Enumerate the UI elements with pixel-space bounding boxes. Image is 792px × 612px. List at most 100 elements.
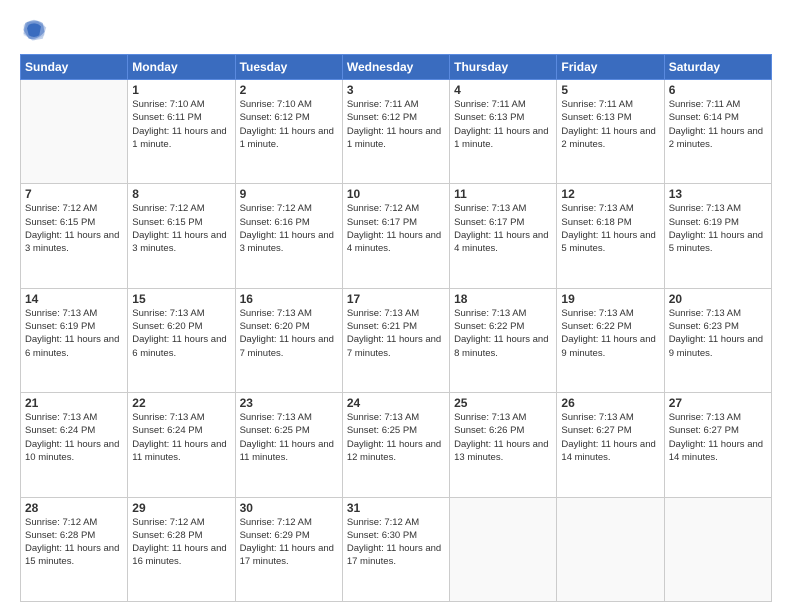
calendar-cell: 13 Sunrise: 7:13 AMSunset: 6:19 PMDaylig… bbox=[664, 184, 771, 288]
day-info: Sunrise: 7:13 AMSunset: 6:19 PMDaylight:… bbox=[25, 307, 123, 360]
day-number: 18 bbox=[454, 292, 552, 306]
day-info: Sunrise: 7:12 AMSunset: 6:28 PMDaylight:… bbox=[25, 516, 123, 569]
calendar-cell: 11 Sunrise: 7:13 AMSunset: 6:17 PMDaylig… bbox=[450, 184, 557, 288]
day-info: Sunrise: 7:13 AMSunset: 6:22 PMDaylight:… bbox=[454, 307, 552, 360]
calendar-cell: 17 Sunrise: 7:13 AMSunset: 6:21 PMDaylig… bbox=[342, 288, 449, 392]
week-row-1: 1 Sunrise: 7:10 AMSunset: 6:11 PMDayligh… bbox=[21, 80, 772, 184]
day-info: Sunrise: 7:12 AMSunset: 6:15 PMDaylight:… bbox=[25, 202, 123, 255]
calendar-cell: 31 Sunrise: 7:12 AMSunset: 6:30 PMDaylig… bbox=[342, 497, 449, 601]
day-number: 11 bbox=[454, 187, 552, 201]
calendar-cell: 22 Sunrise: 7:13 AMSunset: 6:24 PMDaylig… bbox=[128, 393, 235, 497]
week-row-2: 7 Sunrise: 7:12 AMSunset: 6:15 PMDayligh… bbox=[21, 184, 772, 288]
calendar-cell: 25 Sunrise: 7:13 AMSunset: 6:26 PMDaylig… bbox=[450, 393, 557, 497]
day-info: Sunrise: 7:13 AMSunset: 6:22 PMDaylight:… bbox=[561, 307, 659, 360]
weekday-header-wednesday: Wednesday bbox=[342, 55, 449, 80]
calendar-cell: 10 Sunrise: 7:12 AMSunset: 6:17 PMDaylig… bbox=[342, 184, 449, 288]
calendar-cell: 14 Sunrise: 7:13 AMSunset: 6:19 PMDaylig… bbox=[21, 288, 128, 392]
calendar-cell: 7 Sunrise: 7:12 AMSunset: 6:15 PMDayligh… bbox=[21, 184, 128, 288]
day-info: Sunrise: 7:12 AMSunset: 6:29 PMDaylight:… bbox=[240, 516, 338, 569]
day-number: 21 bbox=[25, 396, 123, 410]
day-info: Sunrise: 7:13 AMSunset: 6:26 PMDaylight:… bbox=[454, 411, 552, 464]
calendar-cell: 20 Sunrise: 7:13 AMSunset: 6:23 PMDaylig… bbox=[664, 288, 771, 392]
calendar-cell: 8 Sunrise: 7:12 AMSunset: 6:15 PMDayligh… bbox=[128, 184, 235, 288]
day-number: 6 bbox=[669, 83, 767, 97]
day-info: Sunrise: 7:11 AMSunset: 6:12 PMDaylight:… bbox=[347, 98, 445, 151]
day-info: Sunrise: 7:13 AMSunset: 6:27 PMDaylight:… bbox=[561, 411, 659, 464]
weekday-header-tuesday: Tuesday bbox=[235, 55, 342, 80]
day-info: Sunrise: 7:12 AMSunset: 6:17 PMDaylight:… bbox=[347, 202, 445, 255]
day-number: 16 bbox=[240, 292, 338, 306]
day-number: 15 bbox=[132, 292, 230, 306]
day-number: 28 bbox=[25, 501, 123, 515]
day-info: Sunrise: 7:10 AMSunset: 6:12 PMDaylight:… bbox=[240, 98, 338, 151]
week-row-5: 28 Sunrise: 7:12 AMSunset: 6:28 PMDaylig… bbox=[21, 497, 772, 601]
calendar-cell: 3 Sunrise: 7:11 AMSunset: 6:12 PMDayligh… bbox=[342, 80, 449, 184]
day-number: 2 bbox=[240, 83, 338, 97]
day-number: 3 bbox=[347, 83, 445, 97]
day-number: 13 bbox=[669, 187, 767, 201]
day-number: 27 bbox=[669, 396, 767, 410]
calendar-cell: 15 Sunrise: 7:13 AMSunset: 6:20 PMDaylig… bbox=[128, 288, 235, 392]
calendar-cell: 27 Sunrise: 7:13 AMSunset: 6:27 PMDaylig… bbox=[664, 393, 771, 497]
day-info: Sunrise: 7:13 AMSunset: 6:25 PMDaylight:… bbox=[347, 411, 445, 464]
day-info: Sunrise: 7:12 AMSunset: 6:15 PMDaylight:… bbox=[132, 202, 230, 255]
day-number: 30 bbox=[240, 501, 338, 515]
calendar-cell bbox=[21, 80, 128, 184]
day-number: 9 bbox=[240, 187, 338, 201]
day-number: 26 bbox=[561, 396, 659, 410]
calendar-cell: 26 Sunrise: 7:13 AMSunset: 6:27 PMDaylig… bbox=[557, 393, 664, 497]
day-info: Sunrise: 7:10 AMSunset: 6:11 PMDaylight:… bbox=[132, 98, 230, 151]
day-info: Sunrise: 7:13 AMSunset: 6:27 PMDaylight:… bbox=[669, 411, 767, 464]
calendar-page: SundayMondayTuesdayWednesdayThursdayFrid… bbox=[0, 0, 792, 612]
day-info: Sunrise: 7:12 AMSunset: 6:28 PMDaylight:… bbox=[132, 516, 230, 569]
calendar-cell: 19 Sunrise: 7:13 AMSunset: 6:22 PMDaylig… bbox=[557, 288, 664, 392]
calendar-cell: 5 Sunrise: 7:11 AMSunset: 6:13 PMDayligh… bbox=[557, 80, 664, 184]
day-number: 29 bbox=[132, 501, 230, 515]
calendar-cell: 4 Sunrise: 7:11 AMSunset: 6:13 PMDayligh… bbox=[450, 80, 557, 184]
day-number: 20 bbox=[669, 292, 767, 306]
header bbox=[20, 16, 772, 44]
day-number: 12 bbox=[561, 187, 659, 201]
day-number: 4 bbox=[454, 83, 552, 97]
weekday-header-friday: Friday bbox=[557, 55, 664, 80]
day-info: Sunrise: 7:13 AMSunset: 6:24 PMDaylight:… bbox=[132, 411, 230, 464]
day-number: 25 bbox=[454, 396, 552, 410]
calendar-table: SundayMondayTuesdayWednesdayThursdayFrid… bbox=[20, 54, 772, 602]
calendar-cell: 29 Sunrise: 7:12 AMSunset: 6:28 PMDaylig… bbox=[128, 497, 235, 601]
day-info: Sunrise: 7:12 AMSunset: 6:30 PMDaylight:… bbox=[347, 516, 445, 569]
calendar-cell: 24 Sunrise: 7:13 AMSunset: 6:25 PMDaylig… bbox=[342, 393, 449, 497]
day-info: Sunrise: 7:13 AMSunset: 6:19 PMDaylight:… bbox=[669, 202, 767, 255]
weekday-header-row: SundayMondayTuesdayWednesdayThursdayFrid… bbox=[21, 55, 772, 80]
weekday-header-thursday: Thursday bbox=[450, 55, 557, 80]
calendar-cell: 12 Sunrise: 7:13 AMSunset: 6:18 PMDaylig… bbox=[557, 184, 664, 288]
day-info: Sunrise: 7:11 AMSunset: 6:13 PMDaylight:… bbox=[454, 98, 552, 151]
calendar-cell: 16 Sunrise: 7:13 AMSunset: 6:20 PMDaylig… bbox=[235, 288, 342, 392]
day-number: 24 bbox=[347, 396, 445, 410]
week-row-3: 14 Sunrise: 7:13 AMSunset: 6:19 PMDaylig… bbox=[21, 288, 772, 392]
day-number: 14 bbox=[25, 292, 123, 306]
day-info: Sunrise: 7:12 AMSunset: 6:16 PMDaylight:… bbox=[240, 202, 338, 255]
day-info: Sunrise: 7:11 AMSunset: 6:14 PMDaylight:… bbox=[669, 98, 767, 151]
week-row-4: 21 Sunrise: 7:13 AMSunset: 6:24 PMDaylig… bbox=[21, 393, 772, 497]
day-number: 19 bbox=[561, 292, 659, 306]
calendar-cell: 6 Sunrise: 7:11 AMSunset: 6:14 PMDayligh… bbox=[664, 80, 771, 184]
day-info: Sunrise: 7:13 AMSunset: 6:20 PMDaylight:… bbox=[132, 307, 230, 360]
day-number: 1 bbox=[132, 83, 230, 97]
day-info: Sunrise: 7:13 AMSunset: 6:24 PMDaylight:… bbox=[25, 411, 123, 464]
weekday-header-saturday: Saturday bbox=[664, 55, 771, 80]
calendar-cell: 1 Sunrise: 7:10 AMSunset: 6:11 PMDayligh… bbox=[128, 80, 235, 184]
day-number: 8 bbox=[132, 187, 230, 201]
calendar-cell: 21 Sunrise: 7:13 AMSunset: 6:24 PMDaylig… bbox=[21, 393, 128, 497]
day-number: 23 bbox=[240, 396, 338, 410]
logo bbox=[20, 16, 52, 44]
weekday-header-monday: Monday bbox=[128, 55, 235, 80]
calendar-cell bbox=[664, 497, 771, 601]
day-number: 31 bbox=[347, 501, 445, 515]
day-info: Sunrise: 7:13 AMSunset: 6:23 PMDaylight:… bbox=[669, 307, 767, 360]
day-info: Sunrise: 7:13 AMSunset: 6:25 PMDaylight:… bbox=[240, 411, 338, 464]
day-info: Sunrise: 7:13 AMSunset: 6:18 PMDaylight:… bbox=[561, 202, 659, 255]
calendar-cell: 9 Sunrise: 7:12 AMSunset: 6:16 PMDayligh… bbox=[235, 184, 342, 288]
calendar-cell bbox=[450, 497, 557, 601]
day-info: Sunrise: 7:11 AMSunset: 6:13 PMDaylight:… bbox=[561, 98, 659, 151]
day-number: 10 bbox=[347, 187, 445, 201]
